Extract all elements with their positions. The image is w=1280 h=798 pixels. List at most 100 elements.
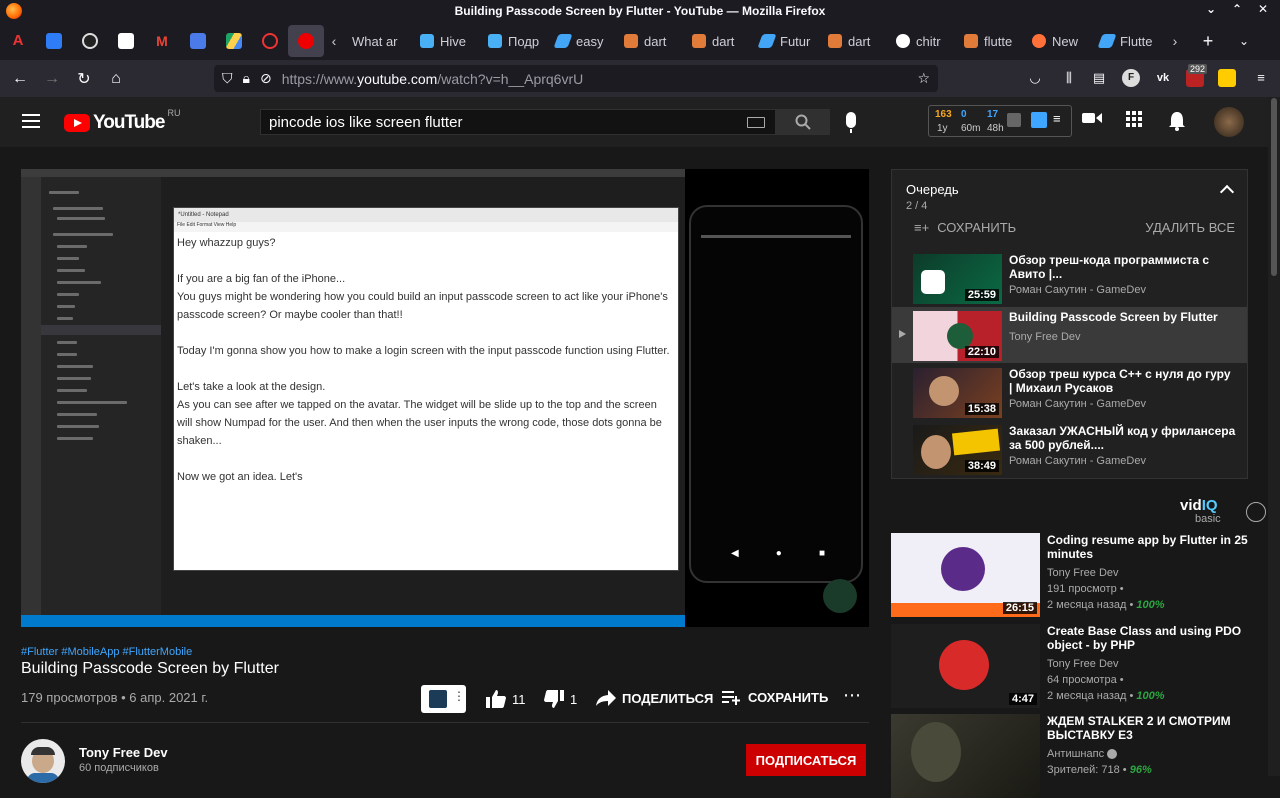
create-video-icon[interactable] [1082, 111, 1102, 131]
tab[interactable]: dart [820, 22, 888, 60]
maximize-icon[interactable]: ⌃ [1232, 2, 1242, 16]
forward-icon[interactable]: → [36, 70, 68, 88]
like-button[interactable]: 11 [486, 690, 526, 708]
recommended-thumbnail: 26:15 [891, 533, 1040, 617]
tab[interactable]: chitr [888, 22, 956, 60]
minimize-icon[interactable]: ⌄ [1206, 2, 1216, 16]
ublock-badge: 292 [1188, 64, 1208, 74]
permissions-icon[interactable]: ⊘ [260, 70, 272, 87]
pinned-tab[interactable] [180, 22, 216, 60]
thumbs-up-icon [486, 690, 506, 708]
tab[interactable]: easy [548, 22, 616, 60]
vidiq-list-icon[interactable]: ≡ [1053, 111, 1061, 126]
tab-favicon [964, 34, 978, 48]
recommended-video[interactable]: ЖДЕМ STALKER 2 И СМОТРИМ ВЫСТАВКУ E3 Ант… [891, 714, 1261, 798]
home-icon[interactable]: ⌂ [100, 70, 132, 88]
tabs-scroll-right-icon[interactable]: › [1160, 33, 1190, 49]
pinned-tab-youtube[interactable] [288, 25, 324, 57]
queue-save-button[interactable]: ≡+ СОХРАНИТЬ [914, 220, 1016, 235]
window-titlebar: Building Passcode Screen by Flutter - Yo… [0, 0, 1280, 22]
queue-item-current[interactable]: 22:10 Building Passcode Screen by Flutte… [892, 307, 1247, 363]
vidiq-chart-icon[interactable] [1007, 113, 1021, 127]
queue-item[interactable]: 38:49 Заказал УЖАСНЫЙ код у фрилансера з… [892, 421, 1247, 477]
tab[interactable]: New [1024, 22, 1092, 60]
search-input[interactable]: pincode ios like screen flutter [260, 109, 776, 135]
bookmark-star-icon[interactable]: ☆ [917, 70, 930, 87]
pinned-tab[interactable] [108, 22, 144, 60]
dislike-button[interactable]: 1 [544, 690, 577, 708]
list-all-tabs-icon[interactable]: ⌄ [1226, 34, 1262, 48]
tab[interactable]: flutte [956, 22, 1024, 60]
tab[interactable]: What ar [344, 22, 412, 60]
window-title: Building Passcode Screen by Flutter - Yo… [454, 4, 826, 18]
search-button[interactable] [776, 109, 830, 135]
navigation-bar: ← → ↻ ⌂ ⛉ 🔒︎ ⊘ https://www. youtube.com/w… [0, 60, 1280, 97]
channel-subscribers: 60 подписчиков [79, 762, 159, 774]
recommended-views: 191 просмотр • [1047, 583, 1124, 595]
pinned-message-icon [82, 33, 98, 49]
recommended-video[interactable]: 4:47 Create Base Class and using PDO obj… [891, 624, 1261, 708]
url-bar[interactable]: ⛉ 🔒︎ ⊘ https://www. youtube.com/watch?v=h… [214, 65, 938, 92]
pinned-tab[interactable] [252, 22, 288, 60]
page-scrollbar-thumb[interactable] [1271, 98, 1277, 276]
subscribe-button[interactable]: ПОДПИСАТЬСЯ [746, 744, 866, 776]
tab[interactable]: Подр [480, 22, 548, 60]
pocket-icon[interactable]: ◡ [1026, 69, 1044, 87]
recommended-video[interactable]: 26:15 Coding resume app by Flutter in 25… [891, 533, 1261, 617]
extension-yellow-icon[interactable] [1218, 69, 1236, 87]
vidiq-expand-chevron-icon[interactable] [1246, 502, 1266, 522]
tab[interactable]: dart [684, 22, 752, 60]
new-tab-icon[interactable]: + [1190, 31, 1226, 52]
keyboard-icon[interactable] [747, 117, 765, 128]
account-avatar[interactable] [1214, 107, 1244, 137]
channel-name[interactable]: Tony Free Dev [79, 745, 168, 760]
back-icon[interactable]: ← [4, 70, 36, 88]
queue-position: 2 / 4 [906, 200, 928, 212]
vk-icon[interactable]: vk [1154, 69, 1172, 87]
youtube-logo[interactable]: YouTube RU [64, 108, 180, 134]
playlist-add-icon [722, 690, 740, 705]
pinned-tab[interactable] [72, 22, 108, 60]
tab-favicon [692, 34, 706, 48]
collapse-queue-icon[interactable] [1219, 184, 1235, 200]
reload-icon[interactable]: ↻ [68, 69, 100, 89]
vidiq-play-icon[interactable] [1031, 112, 1047, 128]
video-player[interactable]: *Untitled - Notepad File Edit Format Vie… [21, 169, 869, 627]
channel-watermark[interactable] [823, 579, 857, 613]
more-actions-icon[interactable]: ⋯ [843, 685, 861, 706]
pinned-tab[interactable]: M [144, 22, 180, 60]
queue-item[interactable]: 15:38 Обзор треш курса C++ с нуля до гур… [892, 364, 1247, 420]
queue-clear-button[interactable]: УДАЛИТЬ ВСЕ [1145, 220, 1235, 235]
library-icon[interactable]: ⫼ [1060, 69, 1078, 87]
search-icon [795, 114, 811, 130]
tab[interactable]: Hive [412, 22, 480, 60]
vidiq-stats-widget[interactable]: 163 1y 0 60m 17 48h ≡ [928, 105, 1072, 137]
apps-grid-icon[interactable] [1124, 111, 1144, 131]
tab[interactable]: Futur [752, 22, 820, 60]
pinned-tab[interactable] [36, 22, 72, 60]
tab[interactable]: Flutte [1092, 22, 1160, 60]
close-icon[interactable]: ✕ [1258, 2, 1268, 16]
pinned-tab[interactable]: A [0, 22, 36, 60]
lock-icon[interactable]: 🔒︎ [243, 70, 250, 87]
vidiq-button[interactable]: ⋮ [421, 685, 466, 713]
tabs-scroll-left-icon[interactable]: ‹ [324, 33, 344, 49]
shield-icon[interactable]: ⛉ [222, 70, 233, 87]
queue-item[interactable]: 25:59 Обзор треш-кода программиста с Ави… [892, 250, 1247, 306]
save-button[interactable]: СОХРАНИТЬ [722, 690, 828, 705]
tab-favicon [757, 34, 777, 48]
share-button[interactable]: ПОДЕЛИТЬСЯ [596, 690, 713, 706]
queue-item-channel: Роман Сакутин - GameDev [1009, 455, 1146, 467]
pinned-tab[interactable] [216, 22, 252, 60]
sidebar-icon[interactable]: ▤ [1090, 69, 1108, 87]
video-hashtags[interactable]: #Flutter #MobileApp #FlutterMobile [21, 646, 192, 658]
hamburger-menu-icon[interactable] [22, 114, 40, 128]
extension-f-icon[interactable]: F [1122, 69, 1140, 87]
channel-avatar[interactable] [21, 739, 65, 783]
tab[interactable]: dart [616, 22, 684, 60]
microphone-icon[interactable] [846, 112, 856, 133]
notifications-bell-icon[interactable] [1167, 111, 1187, 131]
queue-item-title: Обзор треш курса C++ с нуля до гуру | Ми… [1009, 367, 1231, 395]
app-menu-icon[interactable]: ≡ [1252, 69, 1270, 87]
recommended-age: 2 месяца назад • 100% [1047, 599, 1165, 611]
